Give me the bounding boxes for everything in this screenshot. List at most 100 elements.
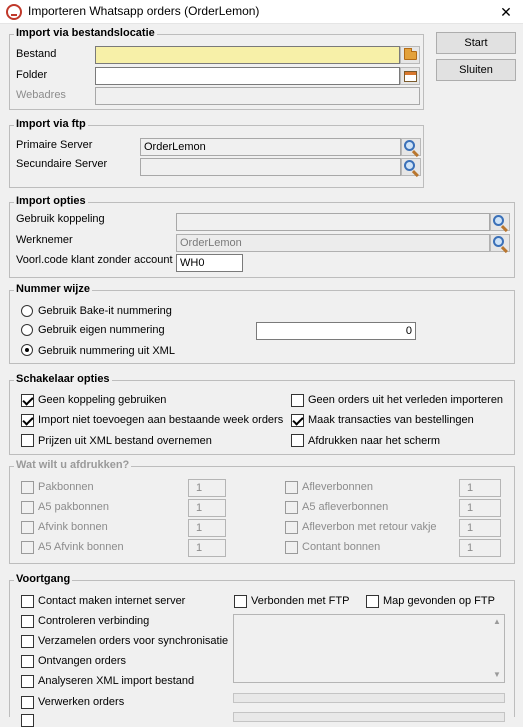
own-number-input[interactable]: 0 [256, 322, 416, 340]
search-icon [493, 215, 504, 226]
progress-step-6-checkbox [21, 696, 34, 709]
search-icon [493, 236, 504, 247]
numbering-bakeit-radio[interactable] [21, 305, 33, 317]
prefix-label: Voorl.code klant zonder account [16, 254, 173, 266]
print-retour-label: Afleverbon met retour vakje [302, 521, 437, 533]
url-input[interactable] [95, 87, 420, 105]
prefix-input[interactable]: WH0 [176, 254, 243, 272]
no-past-orders-checkbox[interactable] [291, 394, 304, 407]
ftp-folder-found-checkbox [366, 595, 379, 608]
window-title: Importeren Whatsapp orders (OrderLemon) [28, 4, 260, 18]
primary-server-search-button[interactable] [401, 138, 421, 156]
print-afvink-label: Afvink bonnen [38, 521, 108, 533]
progress-step-1-label: Contact maken internet server [38, 595, 186, 607]
print-afvink-qty[interactable]: 1 [188, 519, 226, 537]
app-logo-icon [6, 4, 22, 20]
numbering-own-radio[interactable] [21, 324, 33, 336]
calendar-icon [404, 71, 417, 82]
print-to-screen-label: Afdrukken naar het scherm [308, 435, 441, 447]
numbering-bakeit-label: Gebruik Bake-it nummering [38, 305, 172, 317]
progress-step-3-checkbox [21, 635, 34, 648]
no-add-week-orders-label: Import niet toevoegen aan bestaande week… [38, 414, 284, 426]
xml-prices-checkbox[interactable] [21, 434, 34, 447]
file-input[interactable] [95, 46, 400, 64]
print-retour-qty[interactable]: 1 [459, 519, 501, 537]
print-afleverbonnen-checkbox[interactable] [285, 481, 298, 494]
print-afleverbonnen-label: Afleverbonnen [302, 481, 373, 493]
switch-options-legend: Schakelaar opties [14, 373, 112, 385]
ftp-folder-found-label: Map gevonden op FTP [383, 595, 495, 607]
close-window-button[interactable]: ✕ [489, 0, 523, 24]
no-coupling-label: Geen koppeling gebruiken [38, 394, 167, 406]
progress-bar-2 [233, 712, 505, 722]
primary-server-input[interactable]: OrderLemon [140, 138, 401, 156]
ftp-connected-checkbox [234, 595, 247, 608]
print-a5-pakbonnen-checkbox[interactable] [21, 501, 34, 514]
print-pakbonnen-label: Pakbonnen [38, 481, 94, 493]
browse-folder-button[interactable] [400, 67, 420, 85]
search-icon [404, 140, 415, 151]
scroll-down-icon[interactable]: ▼ [492, 670, 502, 680]
progress-step-7-checkbox [21, 714, 34, 727]
employee-search-button[interactable] [490, 234, 510, 252]
import-location-legend: Import via bestandslocatie [14, 27, 157, 39]
import-ftp-legend: Import via ftp [14, 118, 88, 130]
progress-legend: Voortgang [14, 573, 73, 585]
print-to-screen-checkbox[interactable] [291, 434, 304, 447]
progress-step-4-label: Ontvangen orders [38, 655, 127, 667]
print-contant-label: Contant bonnen [302, 541, 381, 553]
employee-input[interactable]: OrderLemon [176, 234, 490, 252]
numbering-xml-radio[interactable] [21, 344, 33, 356]
folder-input[interactable] [95, 67, 400, 85]
close-button[interactable]: Sluiten [436, 59, 516, 81]
print-a5-afleverbonnen-checkbox[interactable] [285, 501, 298, 514]
print-retour-checkbox[interactable] [285, 521, 298, 534]
print-a5-afleverbonnen-label: A5 afleverbonnen [302, 501, 389, 513]
employee-label: Werknemer [16, 234, 73, 246]
no-coupling-checkbox[interactable] [21, 394, 34, 407]
coupling-search-button[interactable] [490, 213, 510, 231]
progress-step-3-label: Verzamelen orders voor synchronisatie [38, 635, 229, 647]
secondary-server-search-button[interactable] [401, 158, 421, 176]
progress-bar [233, 693, 505, 703]
print-a5-afvink-label: A5 Afvink bonnen [38, 541, 124, 553]
print-contant-checkbox[interactable] [285, 541, 298, 554]
primary-server-label: Primaire Server [16, 139, 93, 151]
title-bar: Importeren Whatsapp orders (OrderLemon) … [0, 0, 523, 24]
print-afleverbonnen-qty[interactable]: 1 [459, 479, 501, 497]
progress-log-area[interactable]: ▲ ▼ [233, 614, 505, 683]
coupling-label: Gebruik koppeling [16, 213, 105, 225]
secondary-server-input[interactable] [140, 158, 401, 176]
print-legend: Wat wilt u afdrukken? [14, 459, 132, 471]
no-past-orders-label: Geen orders uit het verleden importeren [308, 394, 504, 406]
numbering-legend: Nummer wijze [14, 283, 92, 295]
print-pakbonnen-checkbox[interactable] [21, 481, 34, 494]
numbering-xml-label: Gebruik nummering uit XML [38, 345, 175, 357]
print-afvink-checkbox[interactable] [21, 521, 34, 534]
folder-label: Folder [16, 69, 48, 81]
import-options-legend: Import opties [14, 195, 88, 207]
progress-step-6-label: Verwerken orders [38, 696, 125, 708]
print-a5-afleverbonnen-qty[interactable]: 1 [459, 499, 501, 517]
progress-step-1-checkbox [21, 595, 34, 608]
print-a5-afvink-checkbox[interactable] [21, 541, 34, 554]
numbering-own-label: Gebruik eigen nummering [38, 324, 165, 336]
print-pakbonnen-qty[interactable]: 1 [188, 479, 226, 497]
start-button[interactable]: Start [436, 32, 516, 54]
progress-step-5-label: Analyseren XML import bestand [38, 675, 195, 687]
ftp-connected-label: Verbonden met FTP [251, 595, 350, 607]
scroll-up-icon[interactable]: ▲ [492, 617, 502, 627]
url-label: Webadres [16, 89, 66, 101]
print-contant-qty[interactable]: 1 [459, 539, 501, 557]
file-label: Bestand [16, 48, 57, 60]
browse-file-button[interactable] [400, 46, 420, 64]
progress-step-2-label: Controleren verbinding [38, 615, 150, 627]
xml-prices-label: Prijzen uit XML bestand overnemen [38, 435, 212, 447]
secondary-server-label: Secundaire Server [16, 158, 108, 170]
print-a5-afvink-qty[interactable]: 1 [188, 539, 226, 557]
no-add-week-orders-checkbox[interactable] [21, 414, 34, 427]
make-transactions-checkbox[interactable] [291, 414, 304, 427]
coupling-input[interactable] [176, 213, 490, 231]
print-a5-pakbonnen-qty[interactable]: 1 [188, 499, 226, 517]
print-a5-pakbonnen-label: A5 pakbonnen [38, 501, 109, 513]
